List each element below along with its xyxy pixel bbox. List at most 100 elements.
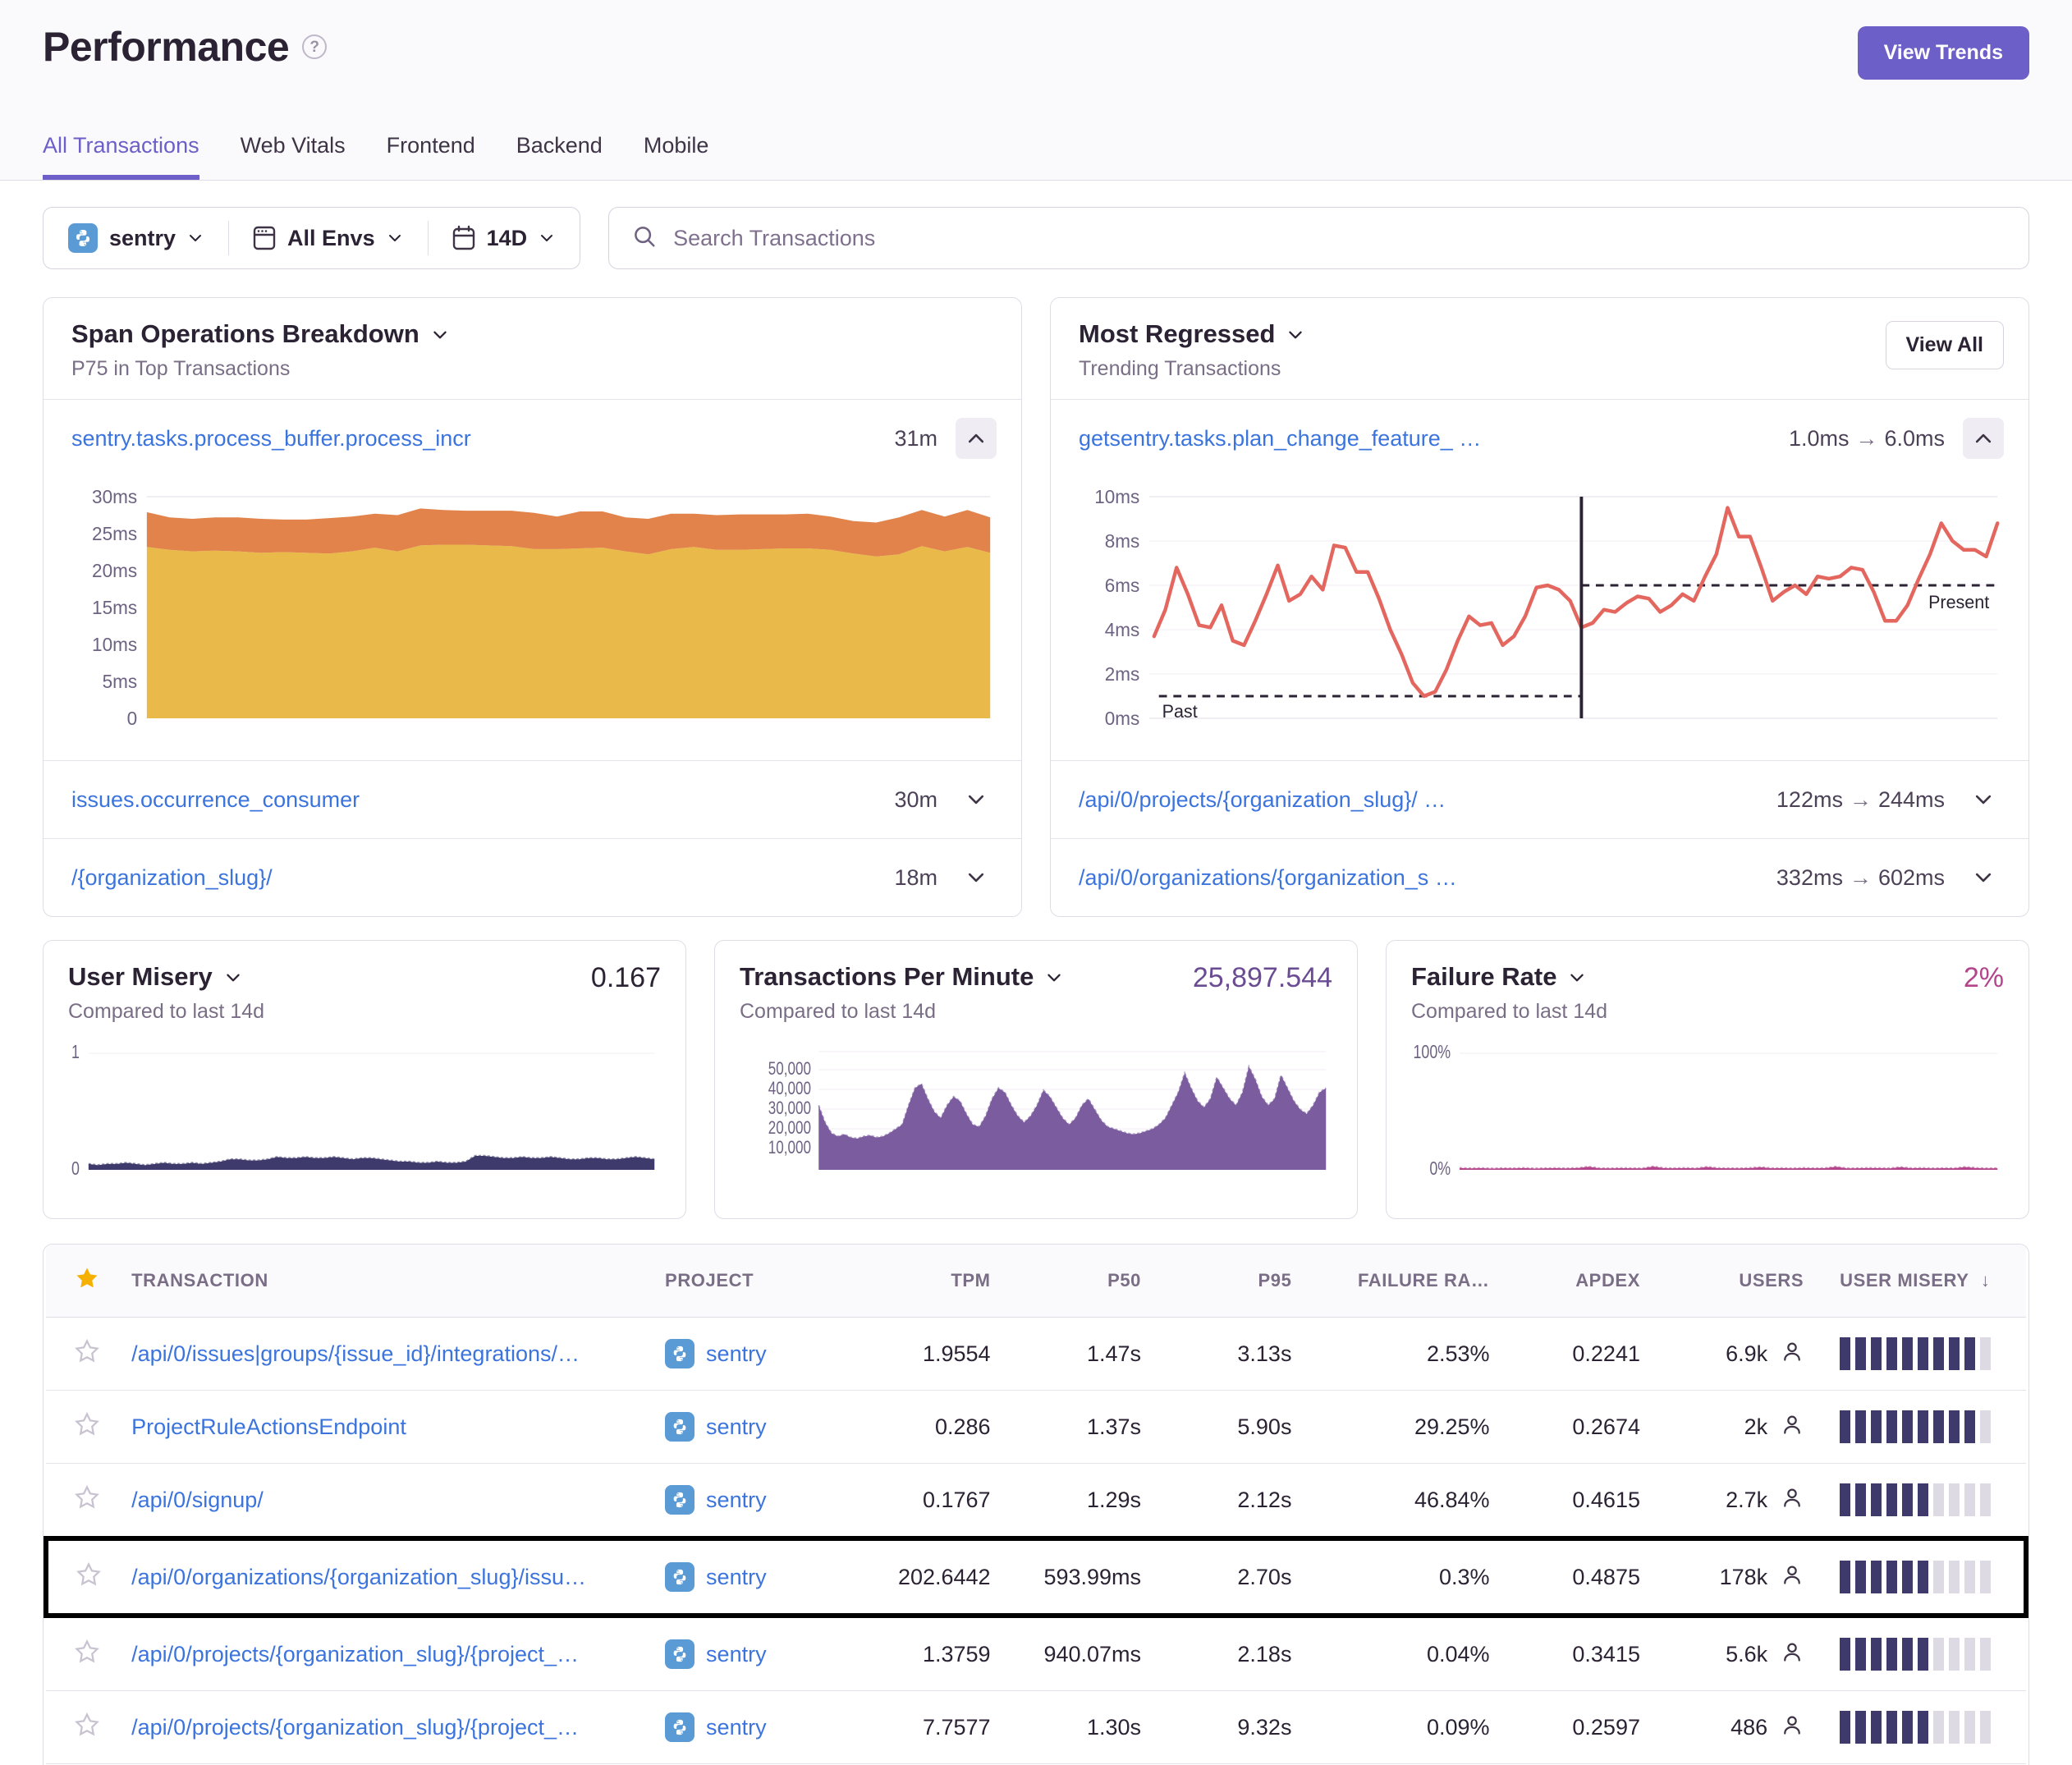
star-icon[interactable] — [75, 1644, 99, 1669]
collapse-toggle-icon[interactable] — [1963, 418, 2004, 459]
most-regressed-title[interactable]: Most Regressed — [1079, 319, 2001, 349]
span-ops-row-1[interactable]: issues.occurrence_consumer 30m — [44, 761, 1021, 838]
project-link[interactable]: sentry — [706, 1565, 767, 1590]
misery-bar-segment — [1933, 1410, 1944, 1443]
transaction-link[interactable]: /api/0/projects/{organization_slug}/{pro… — [131, 1642, 642, 1667]
row-transaction[interactable]: /api/0/projects/{organization_slug}/{pro… — [120, 1691, 653, 1764]
tab-backend[interactable]: Backend — [516, 133, 603, 180]
date-range-filter[interactable]: 14D — [428, 208, 580, 268]
tab-frontend[interactable]: Frontend — [387, 133, 475, 180]
span-ops-title[interactable]: Span Operations Breakdown — [71, 319, 993, 349]
star-icon[interactable] — [75, 1417, 99, 1442]
span-ops-row-2-name[interactable]: /{organization_slug}/ — [71, 865, 273, 891]
users-value: 6.9k — [1726, 1341, 1767, 1367]
row-favorite-star[interactable] — [46, 1464, 120, 1539]
transaction-link[interactable]: /api/0/organizations/{organization_slug}… — [131, 1565, 642, 1590]
table-row[interactable]: ProjectRuleActionsEndpointsentry0.2861.3… — [46, 1391, 2026, 1464]
table-row[interactable]: /api/0/projects/{organization_slug}/{pro… — [46, 1616, 2026, 1691]
misery-bar-segment — [1918, 1711, 1928, 1744]
row-project[interactable]: sentry — [653, 1616, 851, 1691]
view-trends-button[interactable]: View Trends — [1858, 26, 2029, 80]
row-favorite-star[interactable] — [46, 1538, 120, 1616]
row-transaction[interactable]: /api/0/signup/ — [120, 1464, 653, 1539]
row-project[interactable]: sentry — [653, 1391, 851, 1464]
row-favorite-star[interactable] — [46, 1691, 120, 1764]
apdex-column-header[interactable]: APDEX — [1501, 1245, 1652, 1318]
expand-toggle-icon[interactable] — [1963, 779, 2004, 820]
tpm-column-header[interactable]: TPM — [851, 1245, 1002, 1318]
most-regressed-row-2-name[interactable]: /api/0/organizations/{organization_s … — [1079, 865, 1457, 891]
star-icon[interactable] — [76, 1567, 101, 1592]
row-project[interactable]: sentry — [653, 1464, 851, 1539]
expand-toggle-icon[interactable] — [956, 779, 997, 820]
p95-column-header[interactable]: P95 — [1153, 1245, 1303, 1318]
span-ops-row-0[interactable]: sentry.tasks.process_buffer.process_incr… — [44, 400, 1021, 477]
table-row[interactable]: /api/0/signup/sentry0.17671.29s2.12s46.8… — [46, 1464, 2026, 1539]
row-transaction[interactable]: ProjectRuleActionsEndpoint — [120, 1391, 653, 1464]
misery-bar-segment — [1918, 1483, 1928, 1516]
expand-toggle-icon[interactable] — [1963, 857, 2004, 898]
star-icon[interactable] — [75, 1344, 99, 1368]
transaction-column-header[interactable]: TRANSACTION — [120, 1245, 653, 1318]
p50-column-header[interactable]: P50 — [1002, 1245, 1153, 1318]
search-transactions-box[interactable]: Search Transactions — [608, 207, 2029, 269]
favorite-column-header[interactable] — [46, 1245, 120, 1318]
row-project[interactable]: sentry — [653, 1318, 851, 1391]
span-ops-row-0-name[interactable]: sentry.tasks.process_buffer.process_incr — [71, 426, 471, 452]
failure-rate-column-header[interactable]: FAILURE RA… — [1303, 1245, 1501, 1318]
chevron-down-icon — [1286, 326, 1303, 342]
transactions-table: TRANSACTION PROJECT TPM P50 P95 FAILURE … — [43, 1244, 2029, 1765]
most-regressed-row-0-name[interactable]: getsentry.tasks.plan_change_feature_ … — [1079, 426, 1481, 452]
row-transaction[interactable]: /api/0/organizations/{organization_slug}… — [120, 1538, 653, 1616]
table-row[interactable]: /api/0/issues|groups/{issue_id}/integrat… — [46, 1318, 2026, 1391]
misery-bar-segment — [1949, 1410, 1960, 1443]
project-link[interactable]: sentry — [706, 1715, 767, 1740]
most-regressed-row-2[interactable]: /api/0/organizations/{organization_s … 3… — [1051, 839, 2028, 916]
row-favorite-star[interactable] — [46, 1391, 120, 1464]
project-column-header[interactable]: PROJECT — [653, 1245, 851, 1318]
transaction-link[interactable]: ProjectRuleActionsEndpoint — [131, 1414, 642, 1440]
tab-all-transactions[interactable]: All Transactions — [43, 133, 199, 180]
row-project[interactable]: sentry — [653, 1538, 851, 1616]
row-project[interactable]: sentry — [653, 1691, 851, 1764]
project-filter[interactable]: sentry — [44, 208, 228, 268]
collapse-toggle-icon[interactable] — [956, 418, 997, 459]
row-users: 6.9k — [1652, 1318, 1815, 1391]
failure-rate-title[interactable]: Failure Rate — [1411, 962, 2004, 992]
view-all-button[interactable]: View All — [1886, 321, 2004, 369]
project-link[interactable]: sentry — [706, 1642, 767, 1667]
transaction-link[interactable]: /api/0/signup/ — [131, 1488, 642, 1513]
most-regressed-row-0[interactable]: getsentry.tasks.plan_change_feature_ … 1… — [1051, 400, 2028, 477]
row-p95: 2.18s — [1153, 1616, 1303, 1691]
user-misery-column-header[interactable]: USER MISERY ↓ — [1815, 1245, 2026, 1318]
project-link[interactable]: sentry — [706, 1414, 767, 1440]
project-link[interactable]: sentry — [706, 1488, 767, 1513]
span-ops-row-1-name[interactable]: issues.occurrence_consumer — [71, 787, 360, 813]
question-circle-icon[interactable]: ? — [302, 34, 327, 59]
transaction-link[interactable]: /api/0/projects/{organization_slug}/{pro… — [131, 1715, 642, 1740]
tab-mobile[interactable]: Mobile — [644, 133, 709, 180]
most-regressed-row-1[interactable]: /api/0/projects/{organization_slug}/ … 1… — [1051, 761, 2028, 838]
tab-web-vitals[interactable]: Web Vitals — [241, 133, 346, 180]
search-input[interactable]: Search Transactions — [673, 226, 875, 251]
star-icon[interactable] — [75, 1717, 99, 1742]
star-icon[interactable] — [75, 1490, 99, 1515]
misery-bar-segment — [1871, 1638, 1882, 1671]
most-regressed-row-1-name[interactable]: /api/0/projects/{organization_slug}/ … — [1079, 787, 1446, 813]
environment-filter[interactable]: All Envs — [228, 208, 428, 268]
user-misery-title[interactable]: User Misery — [68, 962, 661, 992]
users-column-header[interactable]: USERS — [1652, 1245, 1815, 1318]
project-link[interactable]: sentry — [706, 1341, 767, 1367]
row-favorite-star[interactable] — [46, 1616, 120, 1691]
row-favorite-star[interactable] — [46, 1318, 120, 1391]
span-ops-row-2[interactable]: /{organization_slug}/ 18m — [44, 839, 1021, 916]
star-icon[interactable] — [75, 1274, 99, 1295]
table-row[interactable]: /api/0/projects/{organization_slug}/{pro… — [46, 1691, 2026, 1764]
most-regressed-row-1-change: 122ms→244ms — [1776, 787, 1945, 813]
row-transaction[interactable]: /api/0/issues|groups/{issue_id}/integrat… — [120, 1318, 653, 1391]
expand-toggle-icon[interactable] — [956, 857, 997, 898]
transaction-link[interactable]: /api/0/issues|groups/{issue_id}/integrat… — [131, 1341, 642, 1367]
card-header: Span Operations Breakdown P75 in Top Tra… — [44, 298, 1021, 399]
table-row[interactable]: /api/0/organizations/{organization_slug}… — [46, 1538, 2026, 1616]
row-transaction[interactable]: /api/0/projects/{organization_slug}/{pro… — [120, 1616, 653, 1691]
